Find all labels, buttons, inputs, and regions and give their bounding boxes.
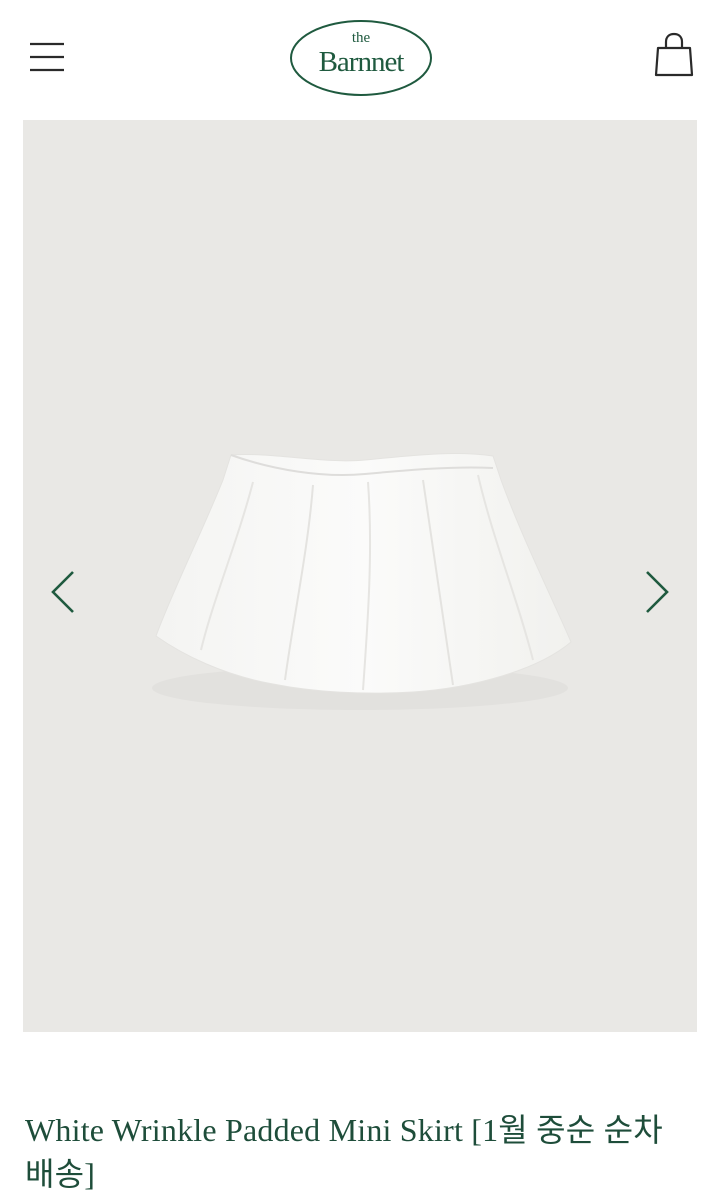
product-image[interactable] [23, 120, 697, 1032]
chevron-right-icon [646, 571, 669, 613]
cart-button[interactable] [650, 30, 700, 80]
product-page: the Barnnet White Wrinkle Padded Mini Sk… [0, 0, 718, 1200]
logo-main-text: Barnnet [318, 46, 405, 78]
menu-button[interactable] [28, 38, 68, 78]
previous-image-button[interactable] [47, 562, 87, 622]
shopping-bag-icon [654, 32, 694, 77]
brand-logo[interactable]: the Barnnet [289, 18, 433, 98]
chevron-left-icon [51, 571, 74, 613]
skirt-illustration [152, 452, 572, 710]
next-image-button[interactable] [637, 562, 677, 622]
hamburger-menu-icon [30, 42, 64, 72]
product-title: White Wrinkle Padded Mini Skirt [1월 중순 순… [25, 1112, 663, 1192]
site-header: the Barnnet [0, 0, 718, 115]
logo-small-text: the [351, 30, 371, 46]
